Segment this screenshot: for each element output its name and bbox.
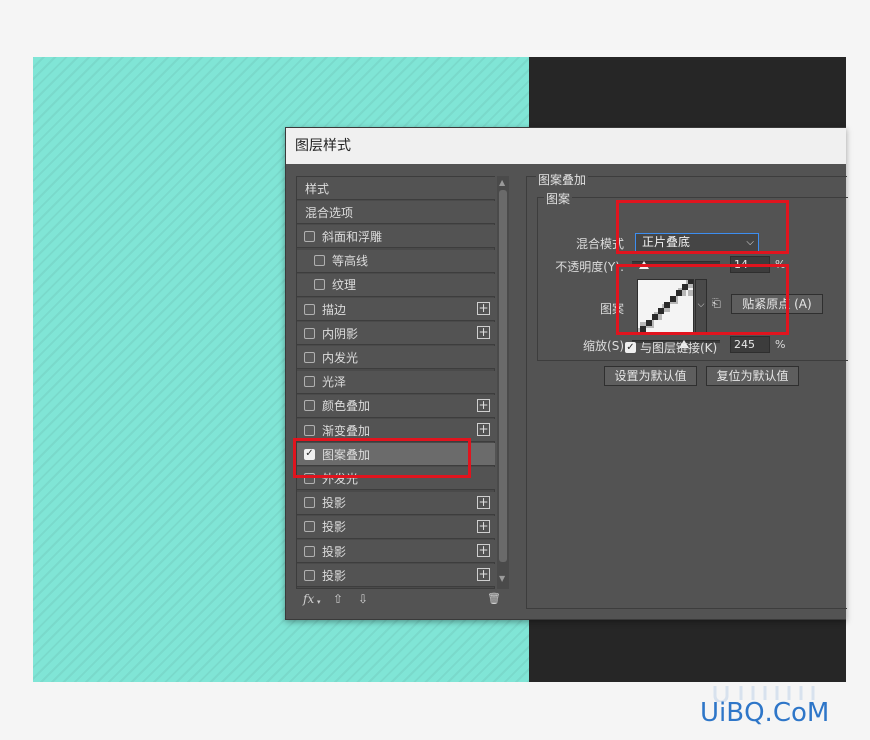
section-title: 图案叠加 xyxy=(536,171,589,188)
style-item[interactable]: 内阴影 + xyxy=(297,322,495,346)
style-item[interactable]: 斜面和浮雕 xyxy=(297,225,495,249)
scale-input[interactable]: 245 xyxy=(730,336,770,353)
style-item-label: 投影 xyxy=(322,520,347,535)
reset-default-button[interactable]: 复位为默认值 xyxy=(706,366,799,386)
group-title: 图案 xyxy=(544,190,573,207)
watermark: UiBQ.CoM xyxy=(700,698,830,728)
style-item-label: 投影 xyxy=(322,496,347,511)
scroll-up-icon[interactable]: ▲ xyxy=(499,178,505,187)
add-effect-plus-icon[interactable]: + xyxy=(477,302,490,315)
style-item[interactable]: 投影 + xyxy=(297,491,495,515)
style-item[interactable]: 纹理 xyxy=(297,273,495,297)
scrollbar-thumb[interactable] xyxy=(499,190,507,562)
checkbox-icon[interactable] xyxy=(304,351,315,363)
scale-percent: % xyxy=(775,338,786,351)
style-item[interactable]: 等高线 xyxy=(297,249,495,273)
style-item-label: 描边 xyxy=(322,302,347,317)
style-item-label: 样式 xyxy=(305,181,330,196)
style-item-label: 内阴影 xyxy=(322,326,359,341)
style-item-label: 斜面和浮雕 xyxy=(322,229,383,244)
checkbox-icon[interactable] xyxy=(304,569,315,581)
checkbox-icon[interactable] xyxy=(304,230,315,242)
highlight-pattern-scale xyxy=(616,264,789,335)
link-with-layer-checkbox[interactable]: ✓ 与图层链接(K) xyxy=(625,339,717,356)
checkbox-icon[interactable] xyxy=(314,255,325,267)
style-item-label: 渐变叠加 xyxy=(322,423,371,438)
add-effect-plus-icon[interactable]: + xyxy=(477,519,490,533)
styles-list: 样式 混合选项 斜面和浮雕 等高线 纹理 描边 + 内阴影 + 内发光 光泽 颜色叠加 + 渐变叠加 + ✓ 图… xyxy=(296,176,495,589)
highlight-pattern-overlay-item xyxy=(293,438,471,478)
link-with-layer-label: 与图层链接(K) xyxy=(640,341,718,355)
add-effect-plus-icon[interactable]: + xyxy=(477,544,490,557)
style-item-label: 投影 xyxy=(322,544,347,559)
style-item-label: 光泽 xyxy=(322,375,347,390)
checkbox-icon[interactable] xyxy=(304,497,315,509)
style-item-label: 投影 xyxy=(322,568,347,583)
style-item-label: 内发光 xyxy=(322,350,359,365)
style-item[interactable]: 投影 + xyxy=(297,564,495,588)
style-item-label: 纹理 xyxy=(332,278,357,293)
trash-icon[interactable]: 🗑 xyxy=(487,592,501,605)
opacity-label: 不透明度(Y): xyxy=(555,260,624,274)
style-item[interactable]: 投影 + xyxy=(297,515,495,539)
fx-icon[interactable]: fx xyxy=(303,592,314,606)
style-item-label: 混合选项 xyxy=(305,205,354,220)
move-up-icon[interactable]: ⇧ xyxy=(333,592,343,606)
checkbox-icon[interactable] xyxy=(304,400,315,412)
style-item[interactable]: 投影 + xyxy=(297,540,495,563)
set-default-button[interactable]: 设置为默认值 xyxy=(604,366,697,386)
link-check-icon: ✓ xyxy=(625,342,636,353)
checkbox-icon[interactable] xyxy=(304,327,315,339)
add-effect-plus-icon[interactable]: + xyxy=(477,423,490,436)
style-item-label: 颜色叠加 xyxy=(322,399,371,414)
style-item[interactable]: 描边 + xyxy=(297,298,495,321)
add-effect-plus-icon[interactable]: + xyxy=(477,326,490,340)
styles-list-scrollbar[interactable]: ▲ ▼ xyxy=(497,176,509,589)
checkbox-icon[interactable] xyxy=(304,545,315,557)
add-effect-plus-icon[interactable]: + xyxy=(477,398,490,412)
style-item[interactable]: 光泽 xyxy=(297,370,495,394)
move-down-icon[interactable]: ⇩ xyxy=(358,592,368,606)
highlight-blend-opacity xyxy=(616,200,789,254)
style-item[interactable]: 颜色叠加 + xyxy=(297,394,495,418)
scroll-down-icon[interactable]: ▼ xyxy=(499,574,505,583)
style-item[interactable]: 内发光 xyxy=(297,346,495,370)
checkbox-icon[interactable] xyxy=(304,424,315,436)
fx-menu-icon[interactable]: ▾ xyxy=(317,598,321,606)
scale-label: 缩放(S) xyxy=(583,339,624,353)
checkbox-icon[interactable] xyxy=(304,376,315,388)
checkbox-icon[interactable] xyxy=(304,521,315,533)
add-effect-plus-icon[interactable]: + xyxy=(477,495,490,509)
style-item[interactable]: 混合选项 xyxy=(297,201,495,225)
checkbox-icon[interactable] xyxy=(304,303,315,315)
dialog-title: 图层样式 xyxy=(286,128,846,164)
add-effect-plus-icon[interactable]: + xyxy=(477,568,490,582)
styles-bottom-toolbar: fx ▾ ⇧ ⇩ 🗑 xyxy=(303,592,503,612)
checkbox-icon[interactable] xyxy=(314,279,325,291)
blend-mode-label: 混合模式 xyxy=(575,237,624,251)
style-item-label: 等高线 xyxy=(332,254,369,269)
style-item[interactable]: 样式 xyxy=(297,177,495,200)
